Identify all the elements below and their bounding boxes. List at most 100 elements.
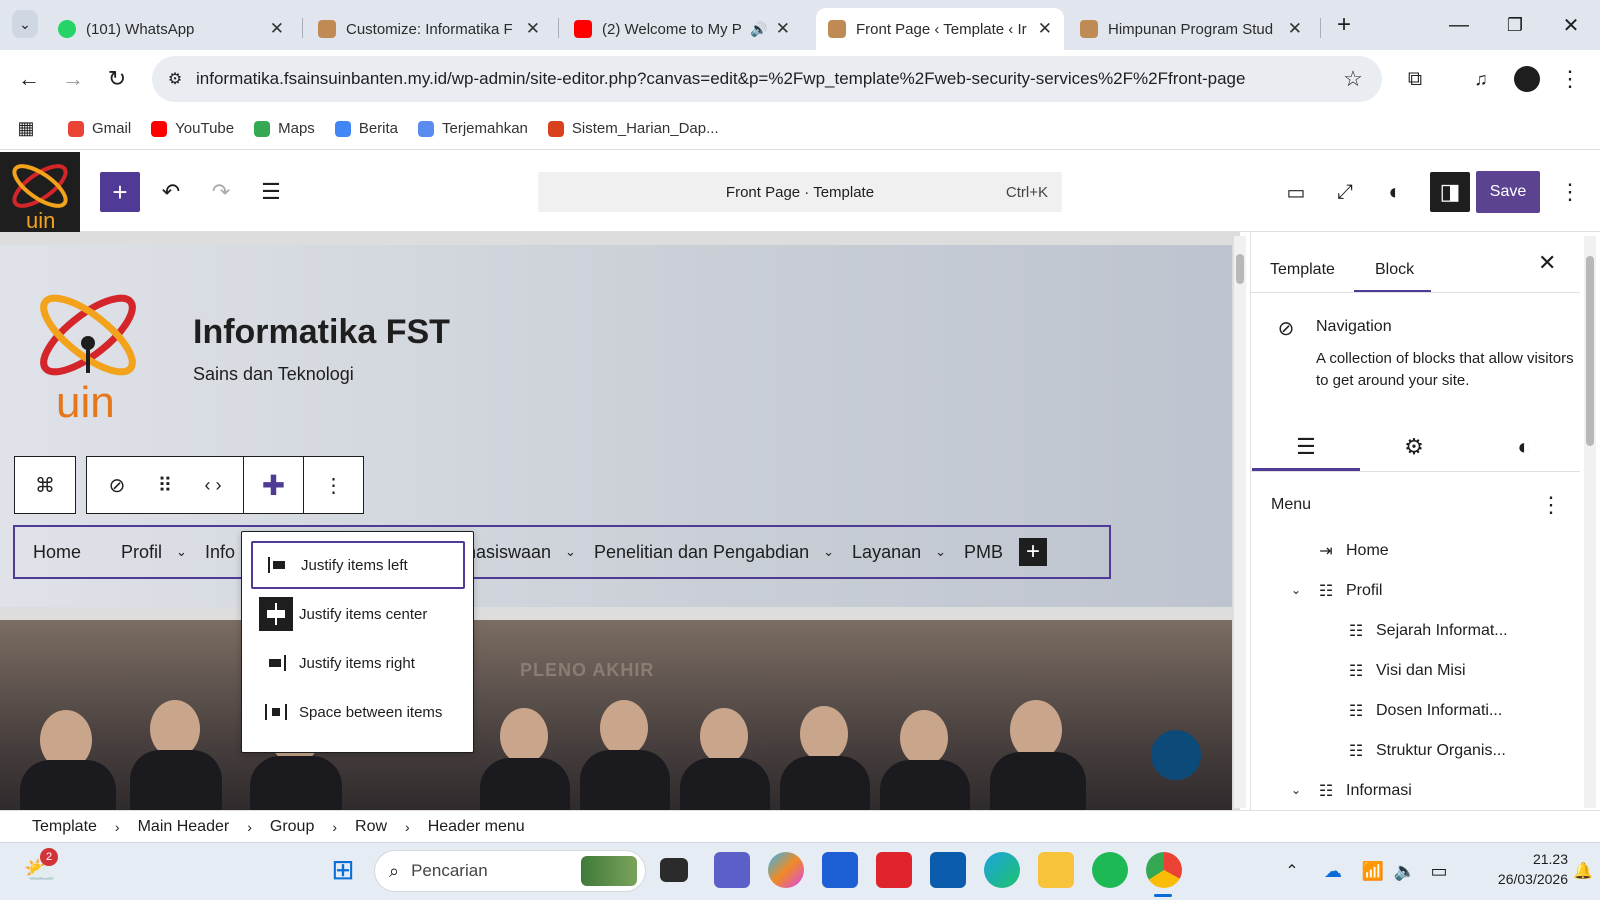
- tab-customize[interactable]: Customize: Informatika F ✕: [306, 8, 552, 50]
- command-palette-bar[interactable]: Front Page · Template Ctrl+K: [538, 172, 1062, 212]
- profile-avatar[interactable]: [1514, 66, 1540, 92]
- menu-options-icon[interactable]: ⋮: [1540, 492, 1562, 518]
- hero-image[interactable]: PLENO AKHIR: [0, 620, 1232, 810]
- window-close-icon[interactable]: ✕: [1556, 10, 1586, 40]
- navigation-block-icon[interactable]: ⊘: [87, 457, 147, 513]
- back-icon[interactable]: ←: [14, 64, 44, 94]
- settings-gear-icon[interactable]: ⚙: [1360, 422, 1468, 472]
- nav-item-info[interactable]: Info: [205, 542, 235, 563]
- media-control-icon[interactable]: ♫: [1466, 64, 1496, 94]
- list-view-tab-icon[interactable]: ☰: [1252, 422, 1360, 472]
- tree-item-informasi[interactable]: ☷ Informasi: [1316, 781, 1412, 801]
- chrome-icon[interactable]: [1146, 852, 1182, 888]
- browser-menu-icon[interactable]: ⋮: [1559, 64, 1581, 94]
- task-view-icon[interactable]: [660, 858, 688, 882]
- minimize-icon[interactable]: —: [1444, 10, 1474, 40]
- floating-chat-button[interactable]: [1151, 730, 1201, 780]
- scrollbar-thumb[interactable]: [1586, 256, 1594, 446]
- bookmark-sistem-harian[interactable]: Sistem_Harian_Dap...: [547, 120, 719, 137]
- bookmark-terjemahkan[interactable]: Terjemahkan: [418, 120, 528, 137]
- spotify-icon[interactable]: [1092, 852, 1128, 888]
- tab-youtube[interactable]: (2) Welcome to My P 🔊 ✕: [562, 8, 802, 50]
- store-icon[interactable]: [930, 852, 966, 888]
- site-title[interactable]: Informatika FST: [193, 313, 450, 352]
- bookmark-maps[interactable]: Maps: [254, 120, 315, 137]
- battery-icon[interactable]: ▭: [1424, 858, 1454, 884]
- chevron-down-icon[interactable]: ⌄: [823, 544, 834, 560]
- drag-handle-icon[interactable]: ⠿: [147, 457, 183, 513]
- tab-block[interactable]: Block: [1375, 248, 1414, 292]
- close-icon[interactable]: ✕: [526, 19, 540, 39]
- site-tagline[interactable]: Sains dan Teknologi: [193, 364, 354, 385]
- select-parent-icon[interactable]: ⌘: [15, 457, 75, 513]
- chevron-down-icon[interactable]: ⌄: [935, 544, 946, 560]
- wifi-icon[interactable]: 📶: [1360, 858, 1386, 884]
- site-logo[interactable]: uin: [26, 277, 150, 427]
- bookmark-star-icon[interactable]: ☆: [1338, 64, 1368, 94]
- move-arrows-icon[interactable]: ‹ ›: [183, 457, 243, 513]
- close-icon[interactable]: ✕: [1288, 19, 1302, 39]
- reload-icon[interactable]: ↻: [102, 64, 132, 94]
- styles-half-circle-icon[interactable]: ◐: [1470, 422, 1578, 472]
- settings-sidebar-icon[interactable]: ◨: [1430, 172, 1470, 212]
- extensions-icon[interactable]: ⧉: [1400, 64, 1430, 94]
- block-inserter-button[interactable]: +: [100, 172, 140, 212]
- volume-icon[interactable]: 🔈: [1392, 858, 1418, 884]
- windows-start-icon[interactable]: ⊞: [326, 852, 360, 886]
- justify-center-option[interactable]: Justify items center: [251, 590, 465, 638]
- more-options-icon[interactable]: ⋮: [303, 457, 363, 513]
- address-bar[interactable]: ⚙ informatika.fsainsuinbanten.my.id/wp-a…: [152, 56, 1382, 102]
- tree-item-home[interactable]: ⇥ Home: [1316, 541, 1388, 561]
- justify-center-icon[interactable]: ✚: [243, 457, 303, 513]
- crumb-group[interactable]: Group ›: [270, 818, 337, 836]
- nav-item-profil[interactable]: Profil ⌄: [121, 542, 187, 563]
- redo-icon[interactable]: ↷: [206, 177, 236, 207]
- notification-bell-icon[interactable]: 🔔: [1572, 858, 1594, 884]
- tree-item-visi-misi[interactable]: ☷ Visi dan Misi: [1346, 661, 1466, 681]
- chevron-down-icon[interactable]: ⌄: [1291, 583, 1301, 597]
- close-sidebar-icon[interactable]: ✕: [1538, 250, 1556, 276]
- chevron-down-icon[interactable]: ⌄: [565, 544, 576, 560]
- sidebar-scrollbar[interactable]: [1584, 236, 1596, 808]
- justify-right-option[interactable]: Justify items right: [251, 639, 465, 687]
- tab-search-icon[interactable]: ⌄: [12, 10, 38, 38]
- nav-item-pmb[interactable]: PMB: [964, 542, 1003, 563]
- onedrive-icon[interactable]: ☁: [1320, 858, 1346, 884]
- copilot-icon[interactable]: [768, 852, 804, 888]
- options-menu-icon[interactable]: ⋮: [1559, 177, 1581, 207]
- nav-item-layanan[interactable]: Layanan ⌄: [852, 542, 946, 563]
- tree-item-profil[interactable]: ☷ Profil: [1316, 581, 1383, 601]
- tab-himpunan[interactable]: Himpunan Program Stud ✕: [1068, 8, 1314, 50]
- chevron-up-icon[interactable]: ⌃: [1280, 858, 1304, 884]
- tab-template[interactable]: Template: [1270, 248, 1335, 292]
- bookmark-berita[interactable]: Berita: [334, 120, 398, 137]
- tree-item-struktur[interactable]: ☷ Struktur Organis...: [1346, 741, 1506, 761]
- tab-front-page[interactable]: Front Page ‹ Template ‹ Ir ✕: [816, 8, 1064, 50]
- add-nav-item-icon[interactable]: +: [1019, 538, 1048, 566]
- tree-item-dosen[interactable]: ☷ Dosen Informati...: [1346, 701, 1502, 721]
- close-icon[interactable]: ✕: [776, 19, 790, 39]
- close-icon[interactable]: ✕: [1038, 19, 1052, 39]
- space-between-option[interactable]: Space between items: [251, 688, 465, 736]
- crumb-template[interactable]: Template ›: [32, 818, 120, 836]
- wps-office-icon[interactable]: [876, 852, 912, 888]
- chevron-down-icon[interactable]: ⌄: [1291, 783, 1301, 797]
- device-preview-icon[interactable]: ▭: [1280, 177, 1312, 207]
- file-explorer-icon[interactable]: [1038, 852, 1074, 888]
- taskbar-search[interactable]: ⌕ Pencarian: [374, 850, 646, 892]
- site-icon-button[interactable]: uin: [0, 152, 80, 233]
- undo-icon[interactable]: ↶: [156, 177, 186, 207]
- document-overview-icon[interactable]: ☰: [256, 177, 286, 207]
- save-button[interactable]: Save: [1476, 171, 1540, 213]
- scrollbar-thumb[interactable]: [1236, 254, 1244, 284]
- bookmark-youtube[interactable]: YouTube: [151, 120, 234, 137]
- fullscreen-preview-icon[interactable]: ⤢: [1330, 177, 1360, 207]
- styles-icon[interactable]: ◐: [1380, 177, 1410, 207]
- nav-item-penelitian[interactable]: Penelitian dan Pengabdian ⌄: [594, 542, 834, 563]
- system-clock[interactable]: 21.23 26/03/2026: [1470, 849, 1568, 889]
- ms-store-app-icon[interactable]: [822, 852, 858, 888]
- chevron-down-icon[interactable]: ⌄: [176, 544, 187, 560]
- bookmark-gmail[interactable]: Gmail: [68, 120, 131, 137]
- canvas-scrollbar[interactable]: [1234, 236, 1246, 808]
- apps-grid-icon[interactable]: ▦: [16, 118, 36, 139]
